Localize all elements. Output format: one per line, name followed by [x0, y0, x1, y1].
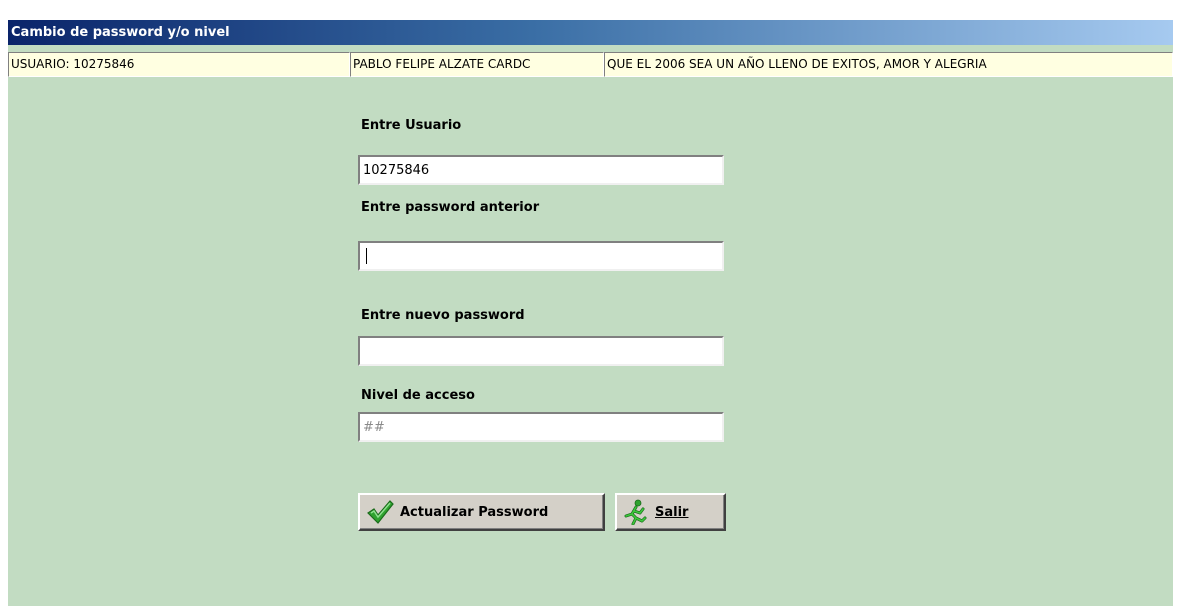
new-password-label: Entre nuevo password [361, 308, 525, 323]
access-level-input[interactable] [358, 412, 724, 442]
checkmark-icon [366, 498, 394, 526]
user-input[interactable] [358, 155, 724, 185]
update-password-label: Actualizar Password [400, 504, 549, 520]
window-title: Cambio de password y/o nivel [8, 20, 1173, 45]
status-username: PABLO FELIPE ALZATE CARDC [350, 52, 604, 77]
access-level-label: Nivel de acceso [361, 388, 475, 403]
status-bar: USUARIO: 10275846 PABLO FELIPE ALZATE CA… [8, 52, 1173, 77]
exit-button[interactable]: Salir [615, 493, 726, 531]
new-password-input[interactable] [358, 336, 724, 366]
running-man-icon [623, 499, 649, 526]
old-password-label: Entre password anterior [361, 200, 540, 215]
update-password-button[interactable]: Actualizar Password [358, 493, 605, 531]
text-caret [366, 248, 367, 264]
status-user: USUARIO: 10275846 [8, 52, 350, 77]
status-message: QUE EL 2006 SEA UN AÑO LLENO DE EXITOS, … [604, 52, 1173, 77]
exit-label: Salir [655, 504, 689, 520]
old-password-input[interactable] [358, 241, 724, 271]
user-label: Entre Usuario [361, 118, 462, 133]
